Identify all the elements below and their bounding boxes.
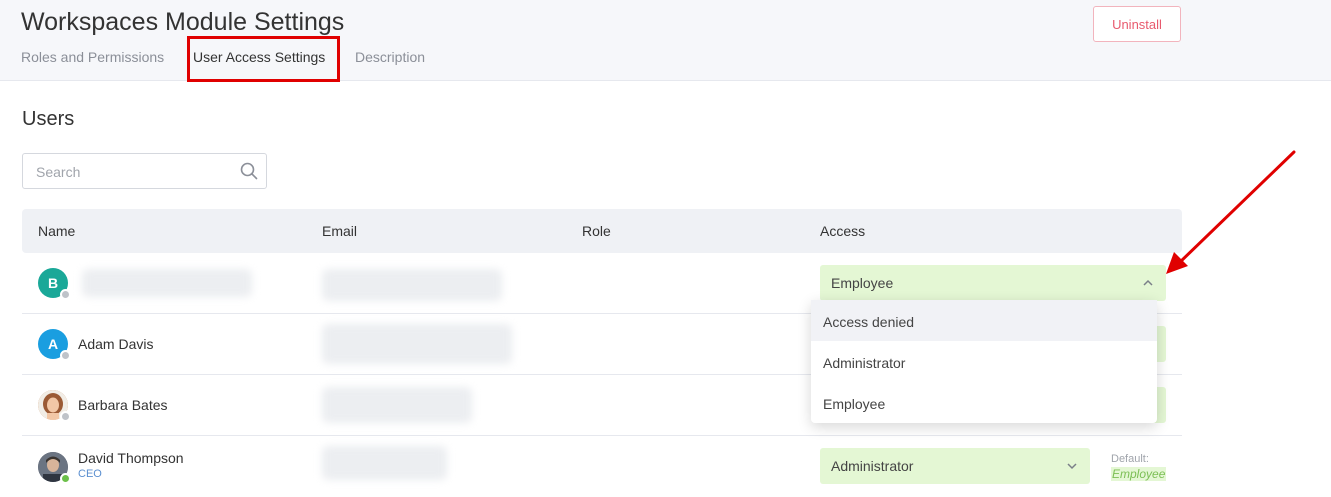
- status-dot: [60, 289, 71, 300]
- dropdown-option-administrator[interactable]: Administrator: [811, 341, 1157, 382]
- chevron-up-icon: [1143, 279, 1153, 286]
- status-dot: [60, 350, 71, 361]
- tab-description[interactable]: Description: [355, 49, 425, 65]
- redacted-name: [82, 269, 252, 297]
- avatar: B: [38, 268, 71, 300]
- access-select[interactable]: Administrator: [820, 448, 1090, 484]
- redacted-email: [322, 446, 447, 480]
- users-section-title: Users: [22, 108, 75, 130]
- status-dot: [60, 473, 71, 484]
- table-row: David Thompson CEO Administrator Default…: [22, 436, 1182, 497]
- avatar-initial: B: [47, 275, 59, 291]
- search-input[interactable]: [36, 163, 236, 181]
- user-name[interactable]: Adam Davis: [78, 336, 153, 352]
- page-title: Workspaces Module Settings: [21, 8, 345, 36]
- access-select[interactable]: Employee: [820, 265, 1166, 301]
- annotation-arrow-icon: [1166, 150, 1296, 274]
- default-access-value: Employee: [1111, 467, 1167, 481]
- avatar: A: [38, 329, 71, 361]
- user-name[interactable]: Barbara Bates: [78, 397, 168, 413]
- user-name[interactable]: David Thompson: [78, 450, 184, 466]
- access-select-value: Administrator: [831, 458, 914, 474]
- tab-highlight-box: [187, 36, 340, 82]
- avatar: [38, 390, 71, 422]
- table-header: Name Email Role Access: [22, 209, 1182, 253]
- status-dot: [60, 411, 71, 422]
- chevron-down-icon: [1067, 463, 1077, 470]
- column-header-email: Email: [322, 223, 358, 239]
- user-position: CEO: [78, 468, 102, 480]
- access-dropdown-menu: Access denied Administrator Employee: [811, 300, 1157, 423]
- avatar: [38, 452, 71, 484]
- dropdown-option-access-denied[interactable]: Access denied: [811, 300, 1157, 341]
- redacted-email: [322, 387, 472, 423]
- column-header-role: Role: [582, 223, 611, 239]
- access-select-value: Employee: [831, 275, 894, 291]
- avatar-initial: A: [47, 336, 59, 352]
- tab-roles-and-permissions[interactable]: Roles and Permissions: [21, 49, 164, 65]
- uninstall-button[interactable]: Uninstall: [1093, 6, 1181, 42]
- search-icon[interactable]: [240, 162, 258, 180]
- search-box[interactable]: [22, 153, 267, 189]
- column-header-name: Name: [38, 223, 76, 239]
- dropdown-option-employee[interactable]: Employee: [811, 382, 1157, 423]
- redacted-email: [322, 324, 512, 364]
- default-access-label: Default:: [1111, 453, 1149, 465]
- column-header-access: Access: [820, 223, 866, 239]
- header-bar: Workspaces Module Settings Roles and Per…: [0, 0, 1331, 82]
- redacted-email: [322, 269, 502, 301]
